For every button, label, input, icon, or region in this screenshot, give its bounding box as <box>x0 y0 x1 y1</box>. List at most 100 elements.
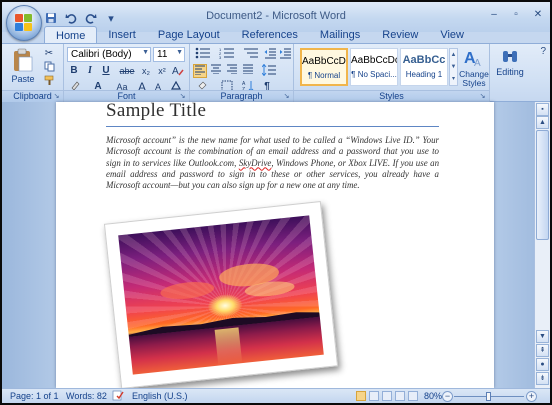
svg-text:3: 3 <box>219 55 222 59</box>
select-browse-object-icon[interactable]: ● <box>536 358 549 371</box>
paragraph-group-label: Paragraph <box>190 90 293 102</box>
format-painter-icon[interactable] <box>42 75 56 89</box>
document-title: Sample Title <box>106 102 207 121</box>
justify-icon[interactable] <box>241 64 255 78</box>
style-normal[interactable]: AaBbCcDc ¶ Normal <box>300 48 348 86</box>
draft-view-icon[interactable] <box>408 391 418 401</box>
font-size-combo[interactable]: 11 ▼ <box>153 47 185 62</box>
bold-button[interactable]: B <box>67 64 81 78</box>
style-no-spacing[interactable]: AaBbCcDc ¶ No Spaci... <box>350 48 398 86</box>
spelling-flagged-word: SkyDrive <box>238 157 272 168</box>
styles-gallery-scroll[interactable]: ▲ ▼ ▾ <box>449 48 458 86</box>
italic-button[interactable]: I <box>83 64 97 78</box>
clipboard-launcher-icon[interactable]: ↘ <box>52 92 61 101</box>
copy-icon[interactable] <box>42 61 56 75</box>
style-name: Heading 1 <box>405 70 443 79</box>
document-body: Microsoft account” is the new name for w… <box>106 135 439 191</box>
word-count[interactable]: Words: 82 <box>66 391 107 401</box>
align-left-icon[interactable] <box>193 64 207 78</box>
multilevel-list-icon[interactable] <box>241 47 261 61</box>
change-styles-button[interactable]: AA Change Styles <box>459 47 489 89</box>
ruler-toggle-icon[interactable]: ▪ <box>536 103 549 116</box>
language[interactable]: English (U.S.) <box>132 391 188 401</box>
editing-button[interactable]: Editing <box>496 48 524 77</box>
change-styles-label: Change Styles <box>459 69 489 88</box>
clear-formatting-button[interactable]: A <box>171 64 185 78</box>
increase-indent-icon[interactable] <box>278 47 292 61</box>
underline-button[interactable]: U <box>99 64 113 78</box>
style-heading-1[interactable]: AaBbCc Heading 1 <box>400 48 448 86</box>
zoom-slider-knob[interactable] <box>486 392 491 401</box>
scroll-up-icon[interactable]: ▲ <box>536 116 549 129</box>
clipboard-group: Paste ✂ Clipboard ↘ <box>2 44 64 102</box>
align-right-icon[interactable] <box>225 64 239 78</box>
vertical-scrollbar[interactable]: ▪ ▲ ▼ ⇞ ● ⇟ <box>534 102 550 388</box>
strikethrough-button[interactable]: abe <box>117 64 137 78</box>
tab-mailings[interactable]: Mailings <box>309 26 371 44</box>
paragraph-launcher-icon[interactable]: ↘ <box>282 92 291 101</box>
change-styles-icon: AA <box>464 50 481 69</box>
document-area: Sample Title Microsoft account” is the n… <box>2 102 550 388</box>
print-layout-view-icon[interactable] <box>356 391 366 401</box>
ribbon: Paste ✂ Clipboard ↘ Calibri (Body) ▼ 11 ▼ … <box>2 43 550 102</box>
line-spacing-icon[interactable] <box>259 63 279 78</box>
align-center-icon[interactable] <box>209 64 223 78</box>
tab-home[interactable]: Home <box>44 26 98 44</box>
paste-label: Paste <box>11 74 35 84</box>
dropdown-icon: ▼ <box>142 49 149 56</box>
tab-page-layout[interactable]: Page Layout <box>147 26 231 44</box>
tab-review[interactable]: Review <box>371 26 429 44</box>
scroll-down-icon[interactable]: ▼ <box>536 330 549 343</box>
scroll-thumb[interactable] <box>536 130 549 240</box>
editing-label: Editing <box>496 67 524 77</box>
sun-reflection <box>214 327 243 366</box>
styles-group: AaBbCcDc ¶ Normal AaBbCcDc ¶ No Spaci...… <box>294 44 490 102</box>
cut-icon[interactable]: ✂ <box>42 47 56 61</box>
tab-references[interactable]: References <box>231 26 309 44</box>
save-icon[interactable] <box>44 11 58 25</box>
zoom-in-icon[interactable]: + <box>526 391 537 402</box>
office-logo-icon <box>15 14 33 32</box>
outline-view-icon[interactable] <box>395 391 405 401</box>
numbering-icon[interactable]: 123 <box>217 47 237 61</box>
bullets-icon[interactable] <box>193 47 213 61</box>
web-layout-icon[interactable] <box>382 391 392 401</box>
page-count[interactable]: Page: 1 of 1 <box>10 391 59 401</box>
editing-group[interactable]: Editing <box>490 44 530 102</box>
customize-toolbar-icon[interactable]: ▾ <box>104 11 118 25</box>
minimize-icon[interactable]: – <box>488 9 500 21</box>
zoom-level[interactable]: 80% <box>424 391 442 401</box>
font-group: Calibri (Body) ▼ 11 ▼ B I U abe x₂ x² A A … <box>64 44 190 102</box>
font-size-value: 11 <box>157 49 168 60</box>
word-window: Document2 - Microsoft Word ▾ – ▫ ✕ Home … <box>0 0 552 405</box>
subscript-button[interactable]: x₂ <box>139 64 153 78</box>
font-name-combo[interactable]: Calibri (Body) ▼ <box>67 47 151 62</box>
undo-icon[interactable] <box>64 11 78 25</box>
sunset-image <box>118 215 324 375</box>
styles-launcher-icon[interactable]: ↘ <box>478 92 487 101</box>
tab-view[interactable]: View <box>429 26 475 44</box>
title-underline <box>106 126 439 127</box>
font-launcher-icon[interactable]: ↘ <box>178 92 187 101</box>
maximize-icon[interactable]: ▫ <box>510 9 522 21</box>
office-button[interactable] <box>6 5 42 41</box>
close-icon[interactable]: ✕ <box>532 9 544 21</box>
sunset-photo[interactable] <box>103 201 339 388</box>
redo-icon[interactable] <box>84 11 98 25</box>
previous-page-icon[interactable]: ⇞ <box>536 344 549 357</box>
zoom-out-icon[interactable]: − <box>442 391 453 402</box>
decrease-indent-icon[interactable] <box>263 47 277 61</box>
binoculars-icon <box>503 51 517 62</box>
font-name-value: Calibri (Body) <box>71 49 132 60</box>
help-icon[interactable]: ? <box>540 46 546 57</box>
proofing-icon[interactable] <box>112 390 124 403</box>
tab-insert[interactable]: Insert <box>97 26 147 44</box>
ribbon-tabs: Home Insert Page Layout References Maili… <box>44 26 475 44</box>
next-page-icon[interactable]: ⇟ <box>536 372 549 385</box>
paste-button[interactable]: Paste <box>8 46 38 88</box>
document-page[interactable]: Sample Title Microsoft account” is the n… <box>56 102 494 388</box>
superscript-button[interactable]: x² <box>155 64 169 78</box>
svg-text:A: A <box>172 66 179 76</box>
full-screen-reading-icon[interactable] <box>369 391 379 401</box>
window-controls: – ▫ ✕ <box>488 9 544 21</box>
